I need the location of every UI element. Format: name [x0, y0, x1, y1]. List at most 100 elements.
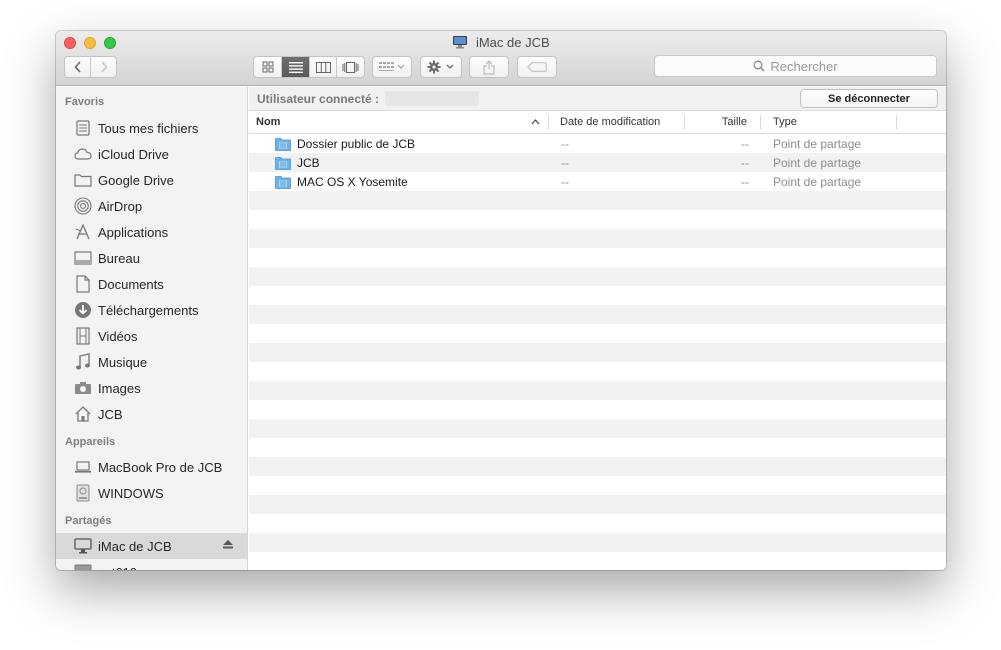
- empty-row: [249, 362, 946, 381]
- empty-row: [249, 457, 946, 476]
- home-icon: [74, 405, 92, 423]
- arrange-button[interactable]: [372, 56, 412, 78]
- connected-user-label: Utilisateur connecté :: [257, 91, 380, 106]
- columns-icon: [315, 61, 331, 73]
- icon-view-button[interactable]: [254, 57, 282, 77]
- sidebar-item-telechargements[interactable]: Téléchargements: [56, 297, 247, 323]
- back-button[interactable]: [65, 57, 91, 77]
- applications-icon: [74, 223, 92, 241]
- sidebar-item-google-drive[interactable]: Google Drive: [56, 167, 247, 193]
- empty-row: [249, 419, 946, 438]
- sidebar-item-applications[interactable]: Applications: [56, 219, 247, 245]
- empty-row: [249, 533, 946, 552]
- table-row[interactable]: Dossier public de JCB -- -- Point de par…: [249, 134, 946, 153]
- empty-row: [249, 476, 946, 495]
- music-icon: [74, 353, 92, 371]
- connection-bar: Utilisateur connecté : Se déconnecter: [249, 87, 946, 111]
- desktop-icon: [74, 249, 92, 267]
- column-kind-label: Type: [773, 116, 797, 128]
- sidebar-item-bureau[interactable]: Bureau: [56, 245, 247, 271]
- row-kind: Point de partage: [773, 174, 862, 189]
- coverflow-view-button[interactable]: [337, 57, 364, 77]
- sidebar-item-musique[interactable]: Musique: [56, 349, 247, 375]
- shared-folder-icon: [275, 175, 291, 189]
- window-title-text: iMac de JCB: [475, 35, 550, 50]
- column-kind[interactable]: Type: [761, 114, 897, 130]
- empty-row: [249, 514, 946, 533]
- tag-button[interactable]: [517, 56, 557, 78]
- sidebar-item-airdrop[interactable]: AirDrop: [56, 193, 247, 219]
- monitor-icon: [452, 35, 468, 52]
- column-name[interactable]: Nom: [249, 114, 549, 130]
- chevron-left-icon: [73, 61, 81, 73]
- sidebar-item-tous-mes-fichiers[interactable]: Tous mes fichiers: [56, 115, 247, 141]
- folder-icon: [74, 171, 92, 189]
- column-name-label: Nom: [256, 116, 281, 128]
- empty-row: [249, 305, 946, 324]
- sidebar-item-videos[interactable]: Vidéos: [56, 323, 247, 349]
- sidebar-item-label: iMac de JCB: [98, 538, 172, 554]
- sidebar-item-label: Documents: [98, 276, 164, 292]
- sidebar-item-label: Bureau: [98, 250, 140, 266]
- empty-row: [249, 400, 946, 419]
- sidebar-item-macbook-pro[interactable]: MacBook Pro de JCB: [56, 454, 247, 480]
- row-size: --: [741, 136, 749, 151]
- sidebar-item-jcb[interactable]: JCB: [56, 401, 247, 427]
- list-icon: [288, 61, 303, 73]
- table-row[interactable]: JCB -- -- Point de partage: [249, 153, 946, 172]
- sidebar-item-documents[interactable]: Documents: [56, 271, 247, 297]
- eject-icon[interactable]: [223, 540, 233, 552]
- sidebar-item-label: MacBook Pro de JCB: [98, 459, 223, 475]
- sidebar-item-imac-de-jcb[interactable]: iMac de JCB: [56, 533, 247, 559]
- column-size[interactable]: Taille: [685, 114, 761, 130]
- sidebar-item-label: Téléchargements: [98, 302, 199, 318]
- monitor-icon: [74, 537, 92, 555]
- coverflow-icon: [342, 61, 359, 73]
- sidebar-item-label: Images: [98, 380, 141, 396]
- disconnect-button[interactable]: Se déconnecter: [800, 89, 938, 108]
- connected-user-name-redacted: [385, 91, 480, 106]
- sidebar-item-label: Musique: [98, 354, 148, 370]
- sidebar-item-wrt610n[interactable]: wrt610n: [56, 559, 247, 570]
- sidebar-item-images[interactable]: Images: [56, 375, 247, 401]
- row-date: --: [561, 136, 569, 151]
- sidebar-item-windows[interactable]: WINDOWS: [56, 480, 247, 506]
- empty-row: [249, 343, 946, 362]
- airdrop-icon: [74, 197, 92, 215]
- sidebar-item-label: JCB: [98, 406, 123, 422]
- action-button[interactable]: [420, 56, 462, 78]
- view-mode-selector: [253, 56, 365, 78]
- server-icon: [74, 563, 92, 570]
- empty-row: [249, 324, 946, 343]
- file-list: Dossier public de JCB -- -- Point de par…: [249, 134, 946, 570]
- grid-icon: [262, 61, 273, 73]
- table-row[interactable]: MAC OS X Yosemite -- -- Point de partage: [249, 172, 946, 191]
- sort-ascending-icon: [531, 118, 540, 124]
- row-date: --: [561, 174, 569, 189]
- empty-row: [249, 381, 946, 400]
- search-input[interactable]: Rechercher: [654, 55, 937, 77]
- download-icon: [74, 301, 92, 319]
- sidebar-item-icloud-drive[interactable]: iCloud Drive: [56, 141, 247, 167]
- column-size-label: Taille: [721, 116, 747, 128]
- column-date[interactable]: Date de modification: [549, 114, 685, 130]
- sidebar-item-label: WINDOWS: [98, 485, 164, 501]
- forward-button[interactable]: [91, 57, 116, 77]
- empty-row: [249, 552, 946, 570]
- camera-icon: [74, 379, 92, 397]
- drive-icon: [74, 484, 92, 502]
- list-view-button[interactable]: [282, 57, 310, 77]
- column-view-button[interactable]: [310, 57, 337, 77]
- row-name: JCB: [297, 155, 320, 170]
- sidebar-item-label: Tous mes fichiers: [98, 120, 199, 136]
- sidebar-section-appareils: Appareils: [65, 436, 116, 448]
- share-button[interactable]: [469, 56, 509, 78]
- cloud-icon: [74, 145, 92, 163]
- column-spacer: [897, 115, 946, 130]
- row-date: --: [561, 155, 569, 170]
- arrange-icon: [379, 62, 405, 71]
- search-placeholder: Rechercher: [770, 58, 838, 74]
- sidebar-section-partages: Partagés: [65, 515, 112, 527]
- all-files-icon: [74, 119, 92, 137]
- empty-row: [249, 286, 946, 305]
